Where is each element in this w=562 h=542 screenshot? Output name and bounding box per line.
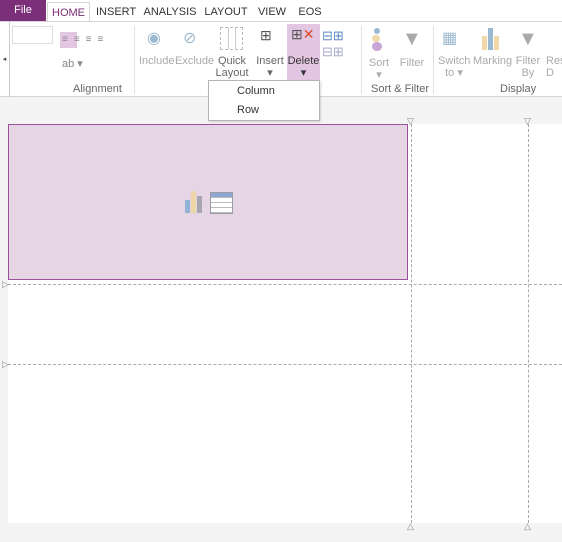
text-rotation-icon[interactable]: ab ▾ (62, 57, 83, 70)
ribbon-tabs: File HOME INSERT ANALYSIS LAYOUT VIEW EO… (0, 0, 562, 22)
filter-by-button[interactable]: Filter By (514, 55, 542, 79)
exclude-icon: ⊘ (183, 30, 197, 47)
tab-view[interactable]: VIEW (255, 2, 289, 22)
quick-layout-icon (220, 27, 243, 50)
group-alignment: Alignment (73, 83, 122, 95)
group-display: Display (500, 83, 537, 95)
column-handle-icon[interactable]: ▽ (407, 117, 414, 126)
insert-icon: ⊞ (260, 27, 272, 43)
marking-button[interactable]: Marking (473, 55, 512, 67)
alignment-icons[interactable]: ≡≡≡≡ (62, 34, 109, 45)
bar-chart-icon (185, 191, 207, 213)
switch-to-button[interactable]: Switch to ▾ (438, 55, 470, 79)
column-divider[interactable] (528, 124, 529, 523)
delete-button[interactable]: ⊞✕ Delete ▾ (287, 24, 320, 81)
insert-label: Insert (256, 55, 284, 67)
reset-button[interactable]: ResD (546, 55, 562, 79)
marking-icon (482, 28, 502, 50)
quick-layout-label: Quick (217, 55, 247, 67)
row-divider[interactable] (8, 364, 562, 365)
sort-icon (372, 28, 382, 51)
tab-home[interactable]: HOME (47, 2, 90, 22)
font-size-input[interactable] (12, 26, 53, 44)
row-divider[interactable] (8, 284, 562, 285)
column-handle-icon[interactable]: ▽ (524, 117, 531, 126)
insert-button[interactable]: Insert ▾ (255, 55, 285, 79)
tab-analysis[interactable]: ANALYSIS (142, 2, 198, 22)
table-icon (210, 192, 233, 214)
include-button[interactable]: Include (139, 55, 174, 67)
tab-layout[interactable]: LAYOUT (203, 2, 249, 22)
column-handle-icon[interactable]: △ (407, 522, 414, 531)
row-handle-icon[interactable]: ▷ (2, 280, 9, 289)
column-divider[interactable] (411, 124, 412, 523)
group-sort-filter: Sort & Filter (371, 83, 430, 95)
tab-file[interactable]: File (0, 0, 46, 21)
delete-dropdown-menu: Column Row (208, 80, 320, 121)
filter-button[interactable]: Filter (398, 57, 426, 69)
quick-layout-label-2: Layout (215, 67, 249, 79)
sort-button[interactable]: Sort ▾ (366, 57, 392, 81)
tab-eos[interactable]: EOS (295, 2, 325, 22)
menu-item-column[interactable]: Column (209, 82, 319, 101)
exclude-button[interactable]: Exclude (175, 55, 214, 67)
tab-insert[interactable]: INSERT (96, 2, 136, 22)
layout-grid-icons[interactable]: ⊟⊞ ⊟⊞ (322, 28, 344, 60)
delete-label: Delete ▾ (287, 55, 320, 79)
column-handle-icon[interactable]: △ (524, 522, 531, 531)
delete-icon: ⊞✕ (291, 26, 315, 42)
row-handle-icon[interactable]: ▷ (2, 360, 9, 369)
include-icon: ◉ (147, 30, 161, 47)
menu-item-row[interactable]: Row (209, 101, 319, 120)
visualization-placeholder[interactable] (8, 124, 408, 280)
ribbon-scroll-left-button[interactable]: ◂ (0, 22, 10, 97)
filter-icon: ▼ (402, 28, 422, 50)
switch-to-icon: ▦ (442, 30, 458, 47)
filter-by-icon: ▼ (518, 28, 538, 50)
